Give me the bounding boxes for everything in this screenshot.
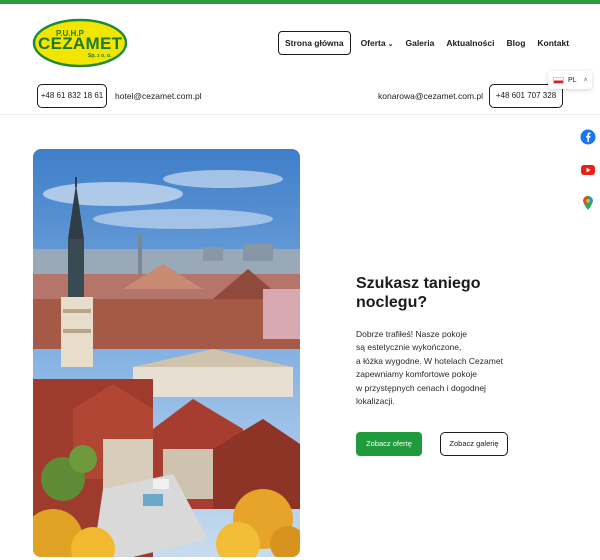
nav-item-label: Kontakt [537,38,570,48]
top-accent-stripe [0,0,600,4]
nav-item-label: Blog [506,38,526,48]
nav-item-home[interactable]: Strona główna [278,31,351,55]
hero-city-image [33,149,300,557]
youtube-icon[interactable] [580,162,596,178]
headline-line: Szukasz taniego [356,275,481,292]
description-line: Dobrze trafiłeś! Nasze pokoje [356,329,468,339]
nav-item-contact[interactable]: Kontakt [531,31,575,55]
description-line: są estetycznie wykończone, [356,342,462,353]
description-line: lokalizacji. [356,396,395,407]
nav-item-label: Oferta [360,38,386,48]
description-line: zapewniamy komfortowe pokoje [356,369,477,380]
logo-main-text: CEZAMET [38,34,123,53]
cezamet-logo[interactable]: P.U.H.P CEZAMET Sp. z o. o. [32,18,128,68]
nav-item-label: Galeria [405,38,435,48]
chevron-down-icon: ⌄ [387,41,394,48]
see-offer-button[interactable]: Zobacz ofertę [356,432,422,456]
logo-sub-text: Sp. z o. o. [88,53,112,59]
email-left-link[interactable]: hotel@cezamet.com.pl [115,84,202,108]
description-line: w przystępnych cenach i dogodnej [356,382,486,393]
facebook-icon[interactable] [580,129,596,145]
headline-line: noclegu? [356,294,428,311]
language-switcher[interactable]: PL ˄ [548,71,592,89]
email-right-link[interactable]: konarowa@cezamet.com.pl [378,84,483,108]
flag-pl-icon [553,76,564,84]
nav-item-gallery[interactable]: Galeria [399,31,440,55]
language-label: PL [568,76,577,84]
nav-item-blog[interactable]: Blog [501,31,532,55]
nav-item-label: Strona główna [285,38,344,48]
chevron-up-icon: ˄ [583,76,588,84]
description-line: a łóżka wygodne. W hotelach Cezamet [356,355,503,366]
nav-item-label: Aktualności [446,38,495,48]
nav-item-news[interactable]: Aktualności [440,31,500,55]
hero-description: Dobrze trafiłeś! Nasze pokoje są estetyc… [356,328,526,408]
hero-headline: Szukasz taniego noclegu? [356,274,536,312]
nav-item-offer[interactable]: Oferta ⌄ [355,31,400,55]
main-nav: Strona główna Oferta ⌄ Galeria Aktualnośc… [278,31,575,55]
phone-left-button[interactable]: +48 61 832 18 61 [37,84,107,108]
header-divider [0,114,600,115]
see-gallery-button[interactable]: Zobacz galerię [440,432,508,456]
map-pin-icon[interactable] [580,195,596,211]
